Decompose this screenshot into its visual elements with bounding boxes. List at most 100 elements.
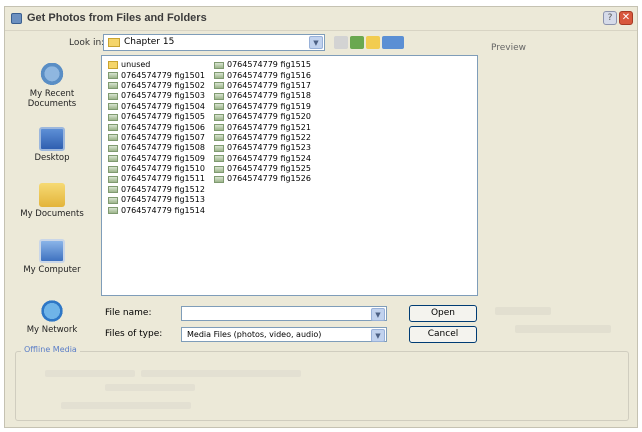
list-item[interactable]: 0764574779 fig1503 — [108, 91, 205, 101]
image-file-icon — [108, 165, 118, 173]
recent-documents-icon — [39, 63, 65, 87]
list-item[interactable]: 0764574779 fig1512 — [108, 185, 205, 195]
my-computer-icon — [39, 239, 65, 263]
image-file-icon — [108, 207, 118, 215]
list-item[interactable]: 0764574779 fig1518 — [214, 91, 311, 101]
place-label: My Computer — [23, 265, 81, 275]
list-item[interactable]: 0764574779 fig1515 — [214, 60, 311, 70]
look-in-value: Chapter 15 — [124, 37, 175, 47]
image-file-icon — [108, 103, 118, 111]
chevron-down-icon[interactable]: ▼ — [371, 329, 385, 342]
file-list[interactable]: unused 0764574779 fig1501 0764574779 fig… — [101, 55, 478, 296]
list-item[interactable]: 0764574779 fig1522 — [214, 133, 311, 143]
list-item[interactable]: 0764574779 fig1516 — [214, 70, 311, 80]
place-my-computer[interactable]: My Computer — [9, 239, 95, 275]
chevron-down-icon[interactable]: ▼ — [371, 308, 385, 321]
help-button[interactable]: ? — [603, 11, 617, 25]
up-folder-icon[interactable] — [350, 36, 364, 49]
offline-media-label: Offline Media — [21, 345, 80, 354]
image-file-icon — [108, 134, 118, 142]
folder-icon — [108, 38, 120, 47]
look-in-label: Look in: — [69, 38, 105, 48]
file-column: unused 0764574779 fig1501 0764574779 fig… — [108, 60, 205, 216]
look-in-dropdown[interactable]: Chapter 15 ▼ — [103, 34, 325, 51]
title-bar[interactable]: Get Photos from Files and Folders ? ✕ — [5, 7, 637, 31]
file-label: 0764574779 fig1503 — [121, 91, 205, 101]
list-item[interactable]: 0764574779 fig1513 — [108, 195, 205, 205]
list-item[interactable]: 0764574779 fig1504 — [108, 102, 205, 112]
file-label: 0764574779 fig1517 — [227, 80, 311, 90]
close-button[interactable]: ✕ — [619, 11, 633, 25]
disabled-option — [495, 307, 551, 315]
list-item[interactable]: 0764574779 fig1523 — [214, 143, 311, 153]
image-file-icon — [108, 124, 118, 132]
place-label: Desktop — [34, 153, 70, 163]
place-my-recent-documents[interactable]: My Recent Documents — [9, 63, 95, 109]
disabled-text — [141, 370, 301, 377]
list-item[interactable]: 0764574779 fig1506 — [108, 122, 205, 132]
list-item[interactable]: 0764574779 fig1525 — [214, 164, 311, 174]
file-label: unused — [121, 60, 151, 70]
image-file-icon — [108, 113, 118, 121]
chevron-down-icon[interactable]: ▼ — [309, 36, 323, 49]
image-file-icon — [214, 113, 224, 121]
list-item[interactable]: 0764574779 fig1501 — [108, 70, 205, 80]
list-item[interactable]: 0764574779 fig1505 — [108, 112, 205, 122]
back-icon[interactable] — [334, 36, 348, 49]
file-name-label: File name: — [105, 308, 152, 318]
image-file-icon — [214, 61, 224, 69]
list-item[interactable]: 0764574779 fig1510 — [108, 164, 205, 174]
file-label: 0764574779 fig1514 — [121, 205, 205, 215]
list-item[interactable]: unused — [108, 60, 205, 70]
image-file-icon — [108, 144, 118, 152]
place-desktop[interactable]: Desktop — [9, 127, 95, 163]
file-label: 0764574779 fig1511 — [121, 174, 205, 184]
views-menu-icon[interactable] — [382, 36, 404, 49]
open-button[interactable]: Open — [409, 305, 477, 322]
image-file-icon — [108, 92, 118, 100]
file-label: 0764574779 fig1507 — [121, 132, 205, 142]
cancel-button[interactable]: Cancel — [409, 326, 477, 343]
list-item[interactable]: 0764574779 fig1519 — [214, 102, 311, 112]
desktop-icon — [39, 127, 65, 151]
list-item[interactable]: 0764574779 fig1517 — [214, 81, 311, 91]
image-file-icon — [214, 155, 224, 163]
image-file-icon — [108, 155, 118, 163]
list-item[interactable]: 0764574779 fig1507 — [108, 133, 205, 143]
list-item[interactable]: 0764574779 fig1526 — [214, 174, 311, 184]
place-my-network[interactable]: My Network — [9, 299, 95, 335]
file-label: 0764574779 fig1513 — [121, 195, 205, 205]
list-item[interactable]: 0764574779 fig1521 — [214, 122, 311, 132]
files-of-type-label: Files of type: — [105, 329, 163, 339]
image-file-icon — [214, 103, 224, 111]
folder-icon — [108, 61, 118, 70]
file-label: 0764574779 fig1515 — [227, 60, 311, 70]
list-item[interactable]: 0764574779 fig1514 — [108, 205, 205, 215]
list-item[interactable]: 0764574779 fig1524 — [214, 154, 311, 164]
my-network-icon — [39, 299, 65, 323]
place-label: My Network — [26, 325, 78, 335]
list-item[interactable]: 0764574779 fig1520 — [214, 112, 311, 122]
get-photos-dialog: Get Photos from Files and Folders ? ✕ Lo… — [4, 6, 638, 428]
list-item[interactable]: 0764574779 fig1511 — [108, 174, 205, 184]
image-file-icon — [214, 92, 224, 100]
file-label: 0764574779 fig1508 — [121, 143, 205, 153]
preview-label: Preview — [491, 43, 527, 53]
image-file-icon — [214, 175, 224, 183]
file-label: 0764574779 fig1510 — [121, 164, 205, 174]
list-item[interactable]: 0764574779 fig1508 — [108, 143, 205, 153]
file-label: 0764574779 fig1526 — [227, 174, 311, 184]
list-item[interactable]: 0764574779 fig1509 — [108, 154, 205, 164]
file-name-input[interactable]: ▼ — [181, 306, 387, 321]
file-label: 0764574779 fig1505 — [121, 112, 205, 122]
file-label: 0764574779 fig1512 — [121, 184, 205, 194]
file-label: 0764574779 fig1501 — [121, 70, 205, 80]
place-my-documents[interactable]: My Documents — [9, 183, 95, 219]
list-item[interactable]: 0764574779 fig1502 — [108, 81, 205, 91]
places-bar: My Recent Documents Desktop My Documents… — [9, 55, 95, 357]
new-folder-icon[interactable] — [366, 36, 380, 49]
image-file-icon — [108, 72, 118, 80]
file-label: 0764574779 fig1509 — [121, 153, 205, 163]
file-label: 0764574779 fig1518 — [227, 91, 311, 101]
files-of-type-dropdown[interactable]: Media Files (photos, video, audio) ▼ — [181, 327, 387, 342]
